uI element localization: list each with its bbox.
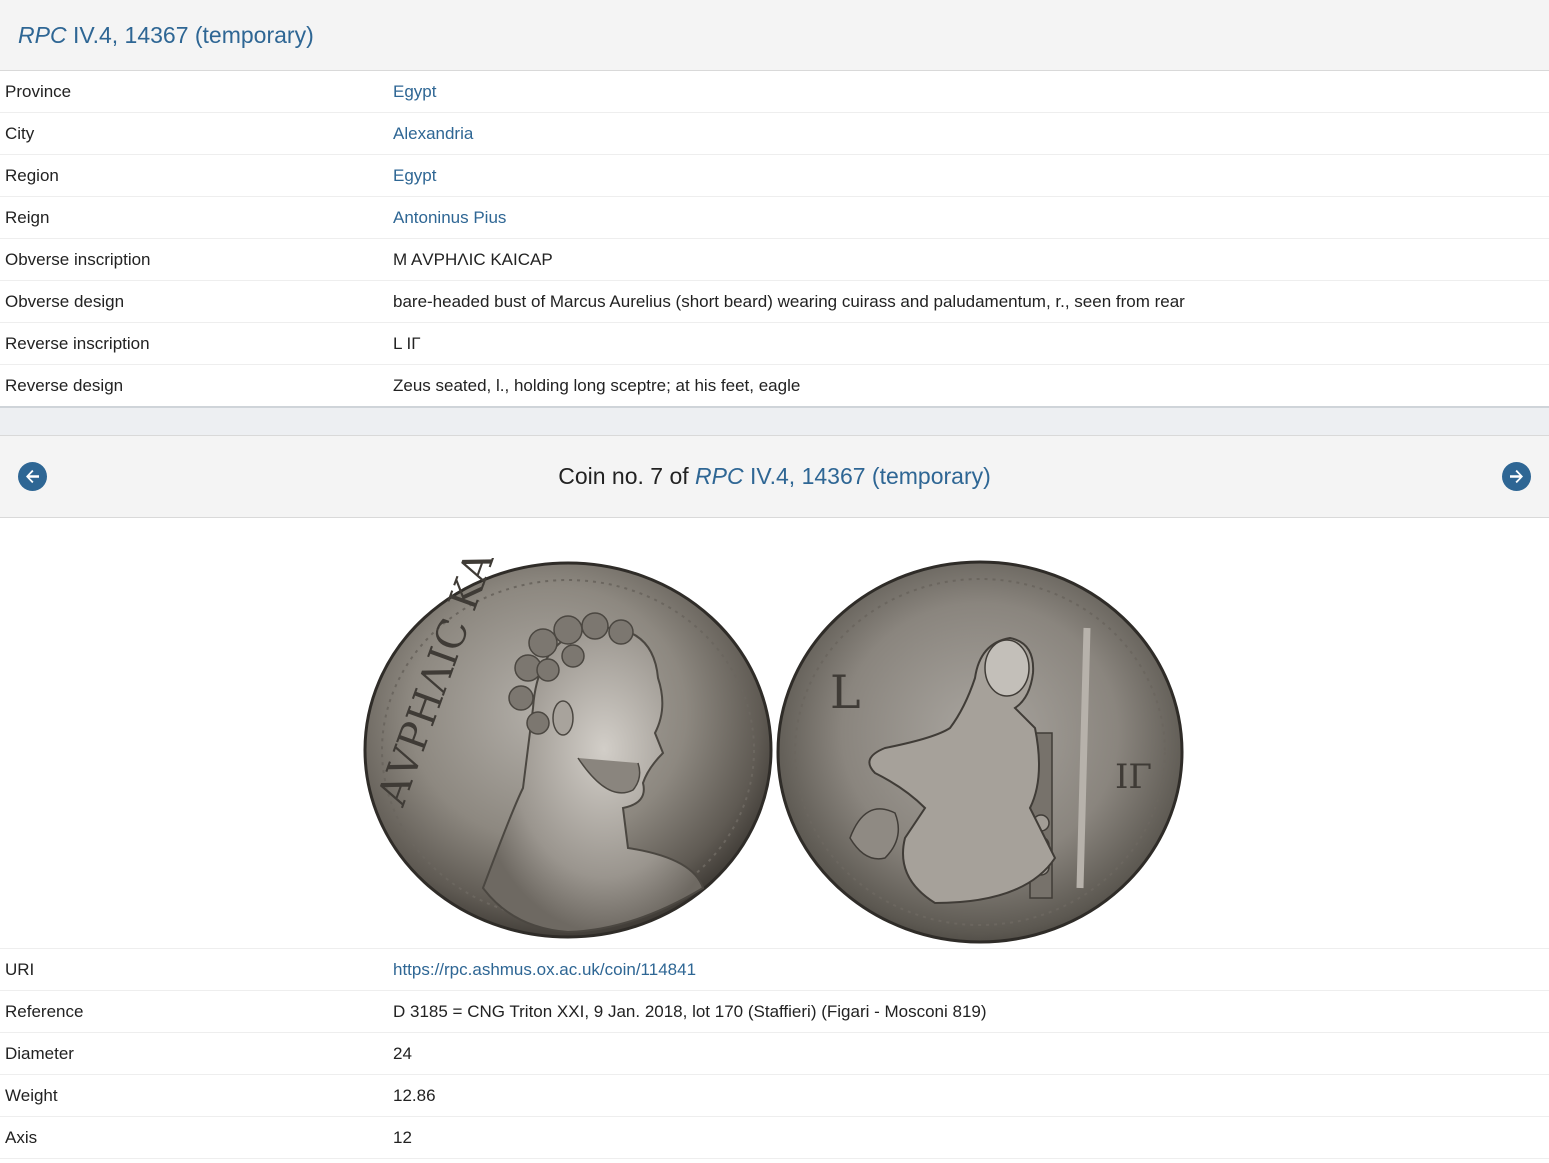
coin-type-link[interactable]: RPC IV.4, 14367 (temporary) [695, 463, 991, 489]
coin-navigation-bar: Coin no. 7 of RPC IV.4, 14367 (temporary… [0, 436, 1549, 518]
field-label: Obverse inscription [0, 238, 388, 281]
field-value: Zeus seated, l., holding long sceptre; a… [393, 375, 801, 395]
field-value: 12 [393, 1127, 412, 1147]
coin-nav-rest: IV.4, 14367 (temporary) [743, 463, 991, 489]
coin-details-table: URI https://rpc.ashmus.ox.ac.uk/coin/1148… [0, 949, 1549, 1159]
coin-field-row: Weight 12.86 [0, 1074, 1549, 1117]
field-label: Weight [0, 1074, 388, 1117]
field-value-cell: https://rpc.ashmus.ox.ac.uk/coin/114841 [388, 949, 1549, 991]
type-title-link[interactable]: RPC IV.4, 14367 (temporary) [18, 22, 314, 49]
type-field-row: Reign Antoninus Pius [0, 196, 1549, 239]
field-value-cell: Egypt [388, 71, 1549, 113]
field-label: Reverse design [5, 375, 124, 395]
field-value: Μ ΑVΡΗΛΙϹ ΚΑΙϹΑΡ [393, 249, 553, 269]
field-label: URI [0, 949, 388, 991]
field-label: Diameter [0, 1032, 388, 1075]
coin-field-row: Reference D 3185 = CNG Triton XXI, 9 Jan.… [0, 990, 1549, 1033]
field-value: 24 [393, 1043, 412, 1063]
field-value-cell: L ΙΓ [388, 322, 1549, 365]
arrow-circle-right-icon [1509, 469, 1523, 484]
field-value-link[interactable]: Egypt [393, 82, 436, 101]
field-value: L ΙΓ [393, 333, 421, 353]
type-field-row: City Alexandria [0, 112, 1549, 155]
field-value-link[interactable]: Alexandria [393, 124, 473, 143]
field-value-cell: Zeus seated, l., holding long sceptre; a… [388, 365, 1549, 407]
field-value-link[interactable]: Antoninus Pius [393, 208, 506, 227]
field-value-link[interactable]: Egypt [393, 166, 436, 185]
coin-reverse-image[interactable]: L ΙΓ [775, 558, 1185, 950]
field-value-cell: Egypt [388, 154, 1549, 197]
coin-field-row: Axis 12 [0, 1116, 1549, 1159]
field-value-cell: D 3185 = CNG Triton XXI, 9 Jan. 2018, lo… [388, 990, 1549, 1033]
reverse-legend-right: ΙΓ [1115, 757, 1152, 797]
page-header: RPC IV.4, 14367 (temporary) [0, 0, 1549, 71]
field-label: Reverse inscription [0, 322, 388, 365]
field-label: Obverse design [0, 280, 388, 323]
type-field-row: Province Egypt [0, 71, 1549, 113]
coin-nav-title: Coin no. 7 of RPC IV.4, 14367 (temporary… [558, 463, 991, 490]
field-value-cell: Antoninus Pius [388, 196, 1549, 239]
section-separator [0, 406, 1549, 436]
coin-field-row: URI https://rpc.ashmus.ox.ac.uk/coin/1148… [0, 949, 1549, 991]
field-label: Reign [0, 196, 388, 239]
coin-images: ΑVΡΗΛΙϹ ΚΑΙϹΑ L ΙΓ [0, 518, 1549, 949]
field-value: 12.86 [393, 1085, 436, 1105]
type-field-row: Obverse design bare-headed bust of Marcus… [0, 280, 1549, 323]
field-value-link[interactable]: https://rpc.ashmus.ox.ac.uk/coin/114841 [393, 960, 696, 979]
field-label: City [0, 112, 388, 155]
field-value-cell: 24 [388, 1032, 1549, 1075]
field-label: Axis [0, 1116, 388, 1159]
type-field-row: Obverse inscription Μ ΑVΡΗΛΙϹ ΚΑΙϹΑΡ [0, 238, 1549, 281]
type-field-row: Reverse design Zeus seated, l., holding l… [0, 365, 1549, 407]
type-details-table: Province Egypt City Alexandria Region Egypt Re… [0, 71, 1549, 406]
arrow-circle-left-icon [26, 469, 39, 484]
field-value: bare-headed bust of Marcus Aurelius (sho… [393, 291, 1185, 311]
field-value-cell: 12.86 [388, 1074, 1549, 1117]
field-value-cell: Μ ΑVΡΗΛΙϹ ΚΑΙϹΑΡ [388, 238, 1549, 281]
field-label: Region [0, 154, 388, 197]
field-value: D 3185 = CNG Triton XXI, 9 Jan. 2018, lo… [393, 1001, 987, 1021]
coin-nav-italic: RPC [695, 463, 744, 489]
type-field-row: Region Egypt [0, 154, 1549, 197]
title-rest: IV.4, 14367 (temporary) [66, 21, 314, 48]
coin-nav-prefix: Coin no. 7 of [558, 463, 696, 489]
field-value-cell: bare-headed bust of Marcus Aurelius (sho… [388, 280, 1549, 323]
reverse-legend-left: L [830, 665, 861, 719]
field-label: Province [0, 71, 388, 113]
prev-coin-button[interactable] [18, 462, 47, 491]
next-coin-button[interactable] [1501, 462, 1531, 491]
type-field-row: Reverse inscription L ΙΓ [0, 322, 1549, 365]
field-label: Reference [0, 990, 388, 1033]
coin-field-row: Diameter 24 [0, 1032, 1549, 1075]
field-value-cell: Alexandria [388, 112, 1549, 155]
title-italic: RPC [18, 21, 67, 48]
field-value-cell: 12 [388, 1116, 1549, 1159]
coin-obverse-image[interactable]: ΑVΡΗΛΙϹ ΚΑΙϹΑ [363, 558, 775, 943]
